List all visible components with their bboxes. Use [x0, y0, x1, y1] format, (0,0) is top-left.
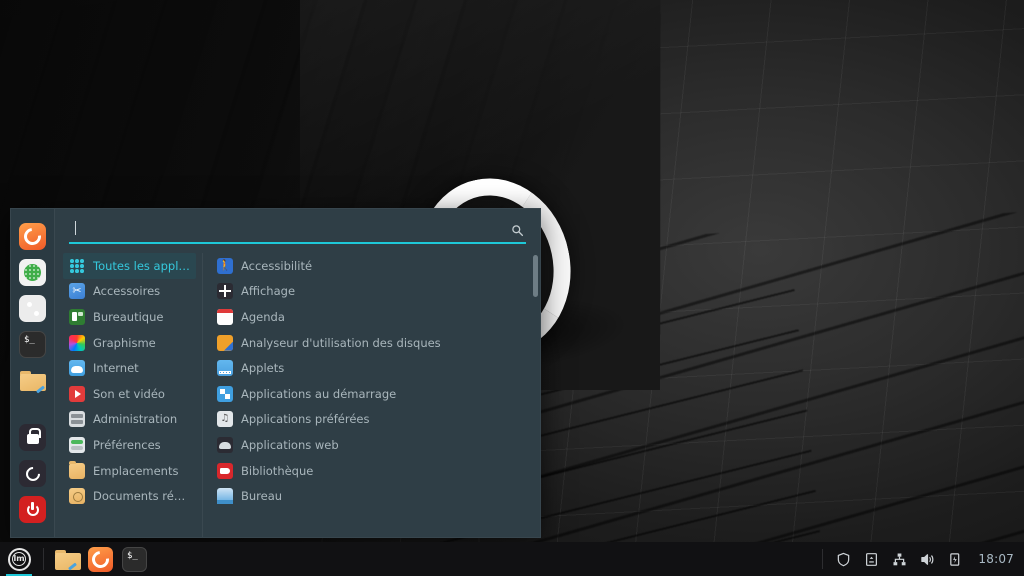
category-emplacements[interactable]: Emplacements [63, 458, 196, 484]
files-icon[interactable] [19, 367, 46, 394]
display-icon [217, 283, 233, 299]
category-son-et-video[interactable]: Son et vidéo [63, 381, 196, 407]
firefox-icon[interactable] [19, 223, 46, 250]
category-accessoires[interactable]: Accessoires [63, 279, 196, 305]
category-bureautique[interactable]: Bureautique [63, 304, 196, 330]
app-item-affichage[interactable]: Affichage [211, 279, 534, 305]
category-graphisme[interactable]: Graphisme [63, 330, 196, 356]
terminal-launcher[interactable] [122, 547, 147, 572]
logout-icon[interactable] [19, 460, 46, 487]
category-label: Toutes les applications [93, 259, 190, 273]
app-label: Analyseur d'utilisation des disques [241, 336, 441, 350]
app-label: Bureau [241, 489, 282, 503]
grid-icon [69, 258, 85, 274]
play-icon [69, 386, 85, 402]
scissors-icon [69, 283, 85, 299]
lock-screen-icon[interactable] [19, 424, 46, 451]
application-menu[interactable]: Toutes les applications Accessoires Bure… [10, 208, 541, 538]
category-administration[interactable]: Administration [63, 407, 196, 433]
calendar-icon [217, 309, 233, 325]
category-documents-recents[interactable]: Documents récents [63, 483, 196, 509]
app-label: Applications préférées [241, 412, 370, 426]
menu-favorites-rail [11, 209, 55, 537]
removable-media-icon[interactable] [864, 552, 879, 567]
menu-columns: Toutes les applications Accessoires Bure… [55, 249, 540, 537]
category-internet[interactable]: Internet [63, 355, 196, 381]
category-label: Préférences [93, 438, 161, 452]
app-item-analyseur-disques[interactable]: Analyseur d'utilisation des disques [211, 330, 534, 356]
menu-application-list[interactable]: Accessibilité Affichage Agenda Analyseur… [203, 253, 540, 537]
app-item-bibliotheque[interactable]: Bibliothèque [211, 458, 534, 484]
app-label: Bibliothèque [241, 464, 313, 478]
startup-apps-icon [217, 386, 233, 402]
system-tray: 18:07 [822, 549, 1024, 569]
app-label: Applets [241, 361, 284, 375]
office-icon [69, 309, 85, 325]
app-label: Affichage [241, 284, 295, 298]
app-item-bureau[interactable]: Bureau [211, 483, 534, 509]
app-item-agenda[interactable]: Agenda [211, 304, 534, 330]
category-label: Graphisme [93, 336, 156, 350]
files-launcher[interactable] [54, 547, 79, 572]
mint-logo-text: lm [12, 552, 26, 566]
update-manager-icon[interactable] [836, 552, 851, 567]
category-label: Accessoires [93, 284, 160, 298]
web-apps-icon [217, 437, 233, 453]
recent-folder-icon [69, 488, 85, 504]
app-label: Applications web [241, 438, 339, 452]
app-item-applications-au-demarrage[interactable]: Applications au démarrage [211, 381, 534, 407]
system-settings-icon[interactable] [19, 295, 46, 322]
app-item-applications-preferees[interactable]: Applications préférées [211, 407, 534, 433]
panel-divider [43, 548, 44, 570]
applets-icon [217, 360, 233, 376]
category-label: Bureautique [93, 310, 163, 324]
search-icon[interactable] [511, 222, 524, 235]
app-item-applets[interactable]: Applets [211, 355, 534, 381]
category-label: Internet [93, 361, 139, 375]
menu-body: Toutes les applications Accessoires Bure… [55, 209, 540, 537]
text-caret [75, 221, 76, 235]
server-icon [69, 411, 85, 427]
category-all-applications[interactable]: Toutes les applications [63, 253, 196, 279]
mint-logo-icon: lm [8, 548, 31, 571]
app-label: Accessibilité [241, 259, 312, 273]
app-item-applications-web[interactable]: Applications web [211, 432, 534, 458]
preferred-apps-icon [217, 411, 233, 427]
panel-left-section: lm [0, 542, 147, 576]
desktop-icon [217, 488, 233, 504]
scrollbar-thumb[interactable] [533, 255, 538, 297]
app-label: Agenda [241, 310, 285, 324]
terminal-icon[interactable] [19, 331, 46, 358]
library-icon [217, 463, 233, 479]
category-label: Son et vidéo [93, 387, 165, 401]
app-item-accessibilite[interactable]: Accessibilité [211, 253, 534, 279]
menu-category-list[interactable]: Toutes les applications Accessoires Bure… [55, 253, 203, 537]
menu-search-area [55, 209, 540, 249]
tray-divider [822, 549, 823, 569]
battery-icon[interactable] [948, 552, 963, 567]
app-label: Applications au démarrage [241, 387, 396, 401]
taskbar-panel: lm [0, 542, 1024, 576]
accessibility-icon [217, 258, 233, 274]
clock[interactable]: 18:07 [976, 552, 1014, 566]
volume-icon[interactable] [920, 552, 935, 567]
software-manager-icon[interactable] [19, 259, 46, 286]
application-list-scrollbar[interactable] [533, 255, 538, 537]
toggle-icon [69, 437, 85, 453]
category-preferences[interactable]: Préférences [63, 432, 196, 458]
search-input[interactable] [69, 221, 526, 244]
firefox-launcher[interactable] [88, 547, 113, 572]
rainbow-icon [69, 335, 85, 351]
category-label: Documents récents [93, 489, 190, 503]
mint-menu-button[interactable]: lm [0, 542, 38, 576]
category-label: Administration [93, 412, 177, 426]
panel-launchers [49, 547, 147, 572]
shutdown-icon[interactable] [19, 496, 46, 523]
cloud-icon [69, 360, 85, 376]
category-label: Emplacements [93, 464, 178, 478]
network-icon[interactable] [892, 552, 907, 567]
disk-usage-icon [217, 335, 233, 351]
folder-icon [69, 463, 85, 479]
